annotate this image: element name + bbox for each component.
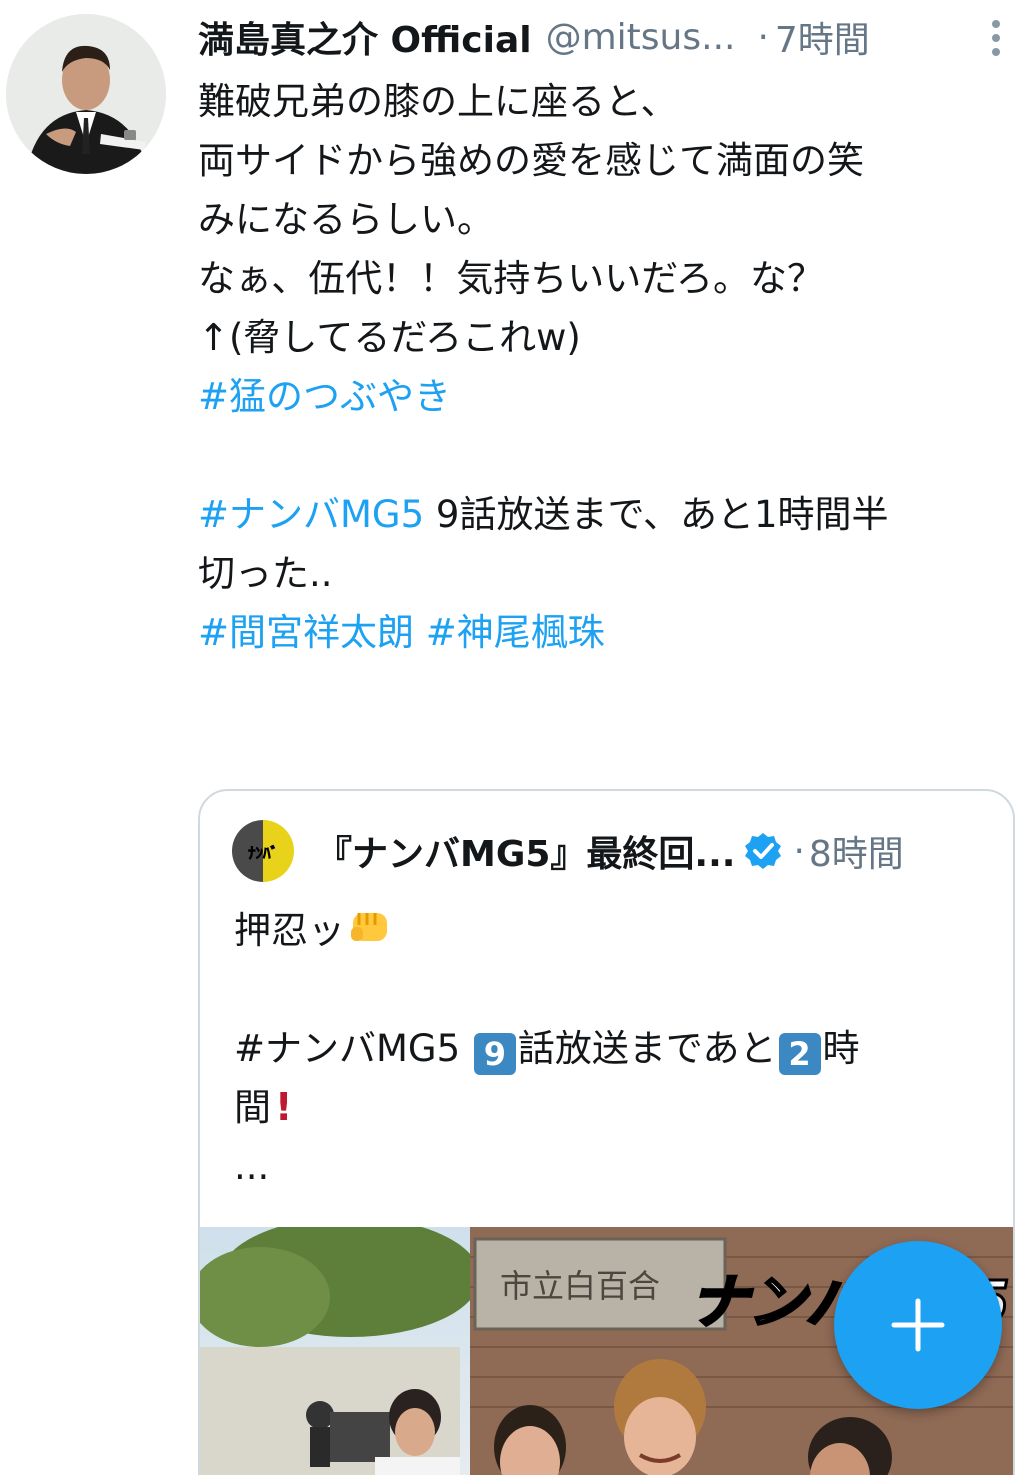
tweet-line: 難破兄弟の膝の上に座ると、 xyxy=(198,80,678,123)
show-logo-avatar[interactable]: ﾅﾝﾊﾞ xyxy=(232,820,294,882)
author-handle[interactable]: @mitsus... xyxy=(546,17,736,58)
tweet-timestamp[interactable]: 7時間 xyxy=(775,11,870,63)
tweet-line-text: 9話放送まで、あと1時間半 xyxy=(424,493,889,536)
oncoming-fist-icon xyxy=(351,913,387,941)
keycap-9-icon: 9 xyxy=(473,1033,516,1075)
quoted-line: 押忍ッ xyxy=(234,901,974,960)
hashtag-line: #ナンバMG5 9話放送まで、あと1時間半 xyxy=(198,485,998,544)
author-display-name[interactable]: 満島真之介 Official xyxy=(198,11,532,63)
quoted-line-text: 話放送まであと xyxy=(517,1027,777,1070)
tweet-line: ↑(脅してるだろこれw) xyxy=(198,316,581,359)
quoted-tweet-timestamp[interactable]: 8時間 xyxy=(809,825,904,877)
quoted-author-name[interactable]: 『ナンバMG5』最終回... xyxy=(316,825,735,877)
hashtag-line: #間宮祥太朗 #神尾楓珠 xyxy=(198,603,998,662)
hashtag-link[interactable]: #間宮祥太朗 xyxy=(198,611,414,654)
author-avatar[interactable] xyxy=(6,14,166,174)
show-logo-image: ﾅﾝﾊﾞ xyxy=(232,820,294,882)
keycap-2-icon: 2 xyxy=(778,1033,821,1075)
quoted-line-text: 時 xyxy=(822,1027,860,1070)
quoted-hashtag: #ナンバMG5 xyxy=(234,1027,461,1070)
tweet-line: なぁ、伍代！！気持ちいいだろ。な？ xyxy=(198,257,825,300)
compose-plus-icon xyxy=(891,1298,945,1352)
quoted-ellipsis: ... xyxy=(234,1145,270,1188)
quoted-line: 間! xyxy=(234,1078,974,1137)
tweet-line: みになるらしい。 xyxy=(198,198,494,241)
exclamation-icon: ! xyxy=(275,1085,293,1129)
verified-badge-icon xyxy=(745,833,782,869)
tweet-body: 難破兄弟の膝の上に座ると、 両サイドから強めの愛を感じて満面の笑 みになるらしい… xyxy=(198,72,998,662)
sign-text: 市立白百合 xyxy=(500,1267,660,1305)
quoted-line: #ナンバMG5 9 話放送まであと 2 時 xyxy=(234,1019,974,1078)
hashtag-line: #猛のつぶやき xyxy=(198,367,998,426)
quoted-line-text: 押忍ッ xyxy=(234,909,345,952)
compose-tweet-button[interactable] xyxy=(834,1241,1002,1409)
hashtag-link[interactable]: #猛のつぶやき xyxy=(198,375,451,418)
more-vertical-icon[interactable] xyxy=(984,18,1008,58)
hashtag-link[interactable]: #神尾楓珠 xyxy=(426,611,605,654)
hashtag-link[interactable]: #ナンバMG5 xyxy=(198,493,424,536)
tweet-line: 切った.. xyxy=(198,552,333,595)
quoted-line-text: 間 xyxy=(234,1086,271,1129)
svg-text:ﾅﾝﾊﾞ: ﾅﾝﾊﾞ xyxy=(248,844,278,862)
tweet-header: 満島真之介 Official @mitsus... · 7時間 xyxy=(198,12,1018,62)
separator-dot: · xyxy=(793,830,805,872)
separator-dot: · xyxy=(757,16,769,58)
avatar-photo xyxy=(6,14,166,174)
tweet-line: 両サイドから強めの愛を感じて満面の笑 xyxy=(198,139,864,182)
quoted-tweet-header: ﾅﾝﾊﾞ 『ナンバMG5』最終回... · 8時間 xyxy=(232,820,992,882)
quoted-tweet-body: 押忍ッ #ナンバMG5 9 話放送まであと 2 時 間! ... xyxy=(234,901,974,1196)
